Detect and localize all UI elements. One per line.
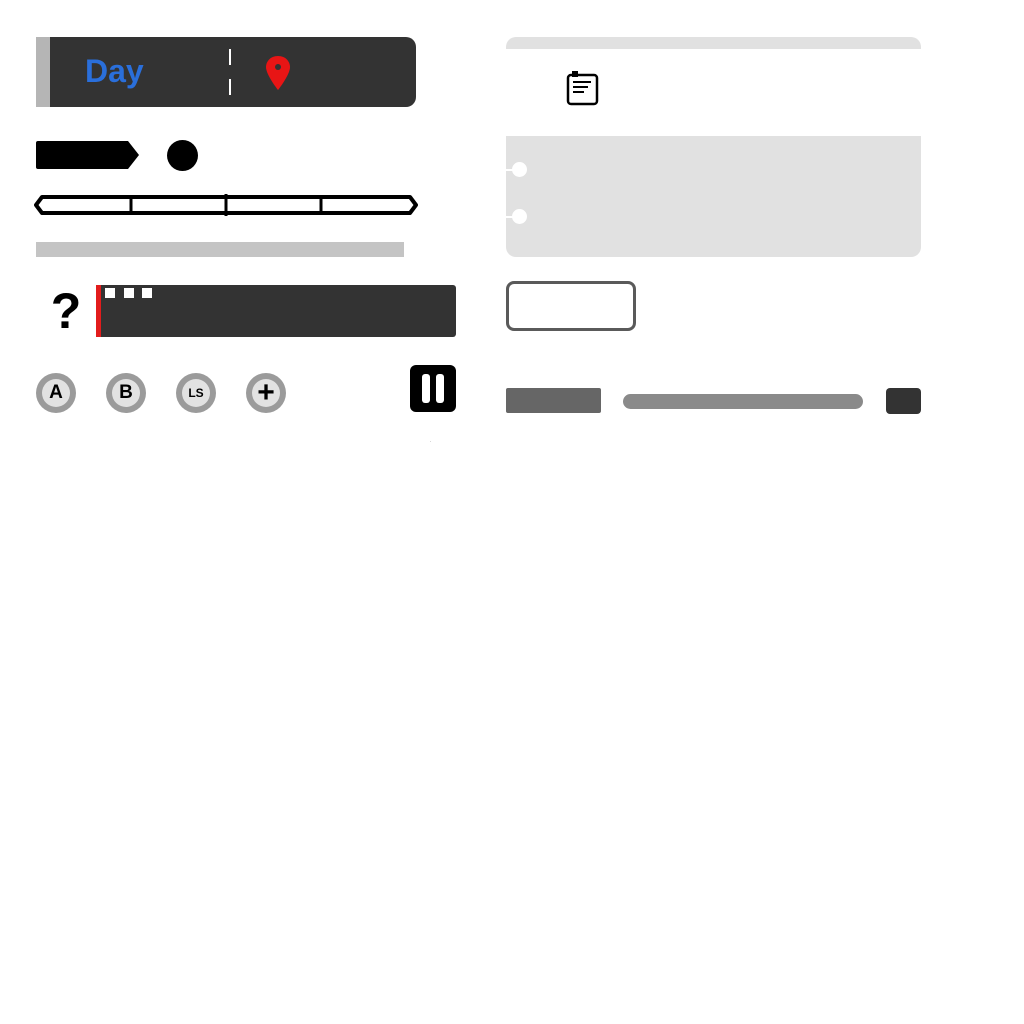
hint-panel [96, 285, 456, 337]
banner-divider [229, 49, 231, 95]
hint-dot [142, 288, 152, 298]
footer-progress-bar [623, 394, 863, 409]
plus-button[interactable]: + [246, 373, 286, 413]
list-item-bullet[interactable] [512, 162, 527, 177]
ls-button[interactable]: LS [176, 373, 216, 413]
status-dot [167, 140, 198, 171]
footer-left-button[interactable] [506, 388, 601, 413]
b-button-label: B [112, 379, 140, 407]
hint-dot [105, 288, 115, 298]
pause-icon [422, 374, 430, 403]
location-pin-icon[interactable] [262, 55, 294, 91]
list-item-bullet[interactable] [512, 209, 527, 224]
day-label: Day [85, 53, 144, 89]
hint-accent [96, 285, 101, 337]
b-button[interactable]: B [106, 373, 146, 413]
progress-bar [36, 242, 404, 257]
speck [430, 441, 431, 442]
day-banner: Day [36, 37, 416, 107]
banner-accent [36, 37, 50, 107]
a-button-label: A [42, 379, 70, 407]
pause-icon [436, 374, 444, 403]
pause-button[interactable] [410, 365, 456, 412]
notes-header [506, 49, 921, 136]
notes-icon[interactable] [566, 69, 600, 107]
timeline-track[interactable] [34, 193, 418, 217]
tag-label [36, 141, 139, 169]
outline-button[interactable] [506, 281, 636, 331]
footer-right-button[interactable] [886, 388, 921, 414]
hint-dot [124, 288, 134, 298]
a-button[interactable]: A [36, 373, 76, 413]
plus-button-label: + [252, 378, 280, 408]
notes-panel [506, 37, 921, 257]
list-item-bullet[interactable] [512, 115, 527, 130]
help-icon[interactable]: ? [46, 285, 86, 337]
ls-button-label: LS [182, 379, 210, 407]
